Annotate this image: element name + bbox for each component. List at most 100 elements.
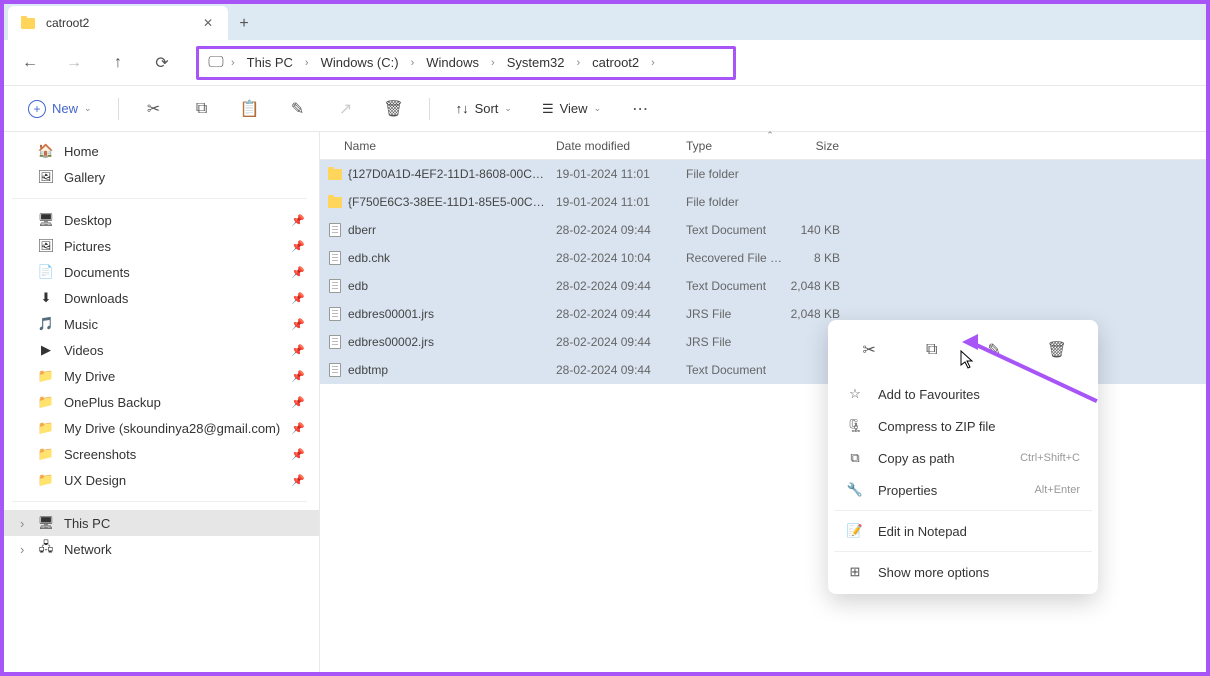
- file-type: File folder: [676, 167, 784, 181]
- sidebar-pinned-item[interactable]: 📄Documents📌: [0, 259, 319, 285]
- file-size: 8 KB: [784, 251, 850, 265]
- file-size: 140 KB: [784, 223, 850, 237]
- file-row[interactable]: {F750E6C3-38EE-11D1-85E5-00C04FC295...19…: [320, 188, 1210, 216]
- pin-icon: 📌: [291, 396, 305, 409]
- folder-icon: [326, 197, 344, 208]
- ctx-show-more[interactable]: ⊞ Show more options: [834, 556, 1092, 588]
- file-date: 19-01-2024 11:01: [546, 195, 676, 209]
- file-row[interactable]: {127D0A1D-4EF2-11D1-8608-00C04FC295...19…: [320, 160, 1210, 188]
- file-name: dberr: [348, 223, 546, 237]
- toolbar: + New ⌄ ✂ ⧉ 📋 ✎ ↗ 🗑 ↑↓ Sort ⌄ ☰ View ⌄ ⋯: [0, 86, 1210, 132]
- back-button[interactable]: ←: [12, 45, 48, 81]
- breadcrumb-item[interactable]: catroot2: [586, 51, 645, 74]
- breadcrumb-item[interactable]: Windows (C:): [315, 51, 405, 74]
- column-header-date[interactable]: Date modified: [546, 139, 676, 153]
- file-date: 28-02-2024 10:04: [546, 251, 676, 265]
- documents-icon: 📄: [38, 264, 54, 280]
- file-icon: [326, 279, 344, 293]
- sidebar-gallery[interactable]: 🖼 Gallery: [0, 164, 319, 190]
- ctx-copy-path[interactable]: ⧉ Copy as path Ctrl+Shift+C: [834, 442, 1092, 474]
- nav-bar: ← → ↑ ⟳ 🖵 › This PC › Windows (C:) › Win…: [0, 40, 1210, 86]
- chevron-down-icon: ⌄: [504, 103, 512, 114]
- home-icon: 🏠: [38, 143, 54, 159]
- share-button[interactable]: ↗: [329, 92, 363, 126]
- copy-path-icon: ⧉: [846, 450, 864, 466]
- file-name: edbtmp: [348, 363, 546, 377]
- sidebar-network[interactable]: 🖧 Network: [0, 536, 319, 562]
- breadcrumb-item[interactable]: Windows: [420, 51, 485, 74]
- file-icon: [326, 251, 344, 265]
- column-header-size[interactable]: Size: [784, 139, 850, 153]
- sort-button[interactable]: ↑↓ Sort ⌄: [448, 97, 520, 120]
- sort-indicator-icon: ⌃: [766, 130, 774, 141]
- sidebar-pinned-item[interactable]: 📁OnePlus Backup📌: [0, 389, 319, 415]
- sidebar-pinned-item[interactable]: 📁My Drive (skoundinya28@gmail.com)📌: [0, 415, 319, 441]
- file-row[interactable]: dberr28-02-2024 09:44Text Document140 KB: [320, 216, 1210, 244]
- chevron-down-icon: ⌄: [594, 103, 602, 114]
- more-button[interactable]: ⋯: [623, 92, 657, 126]
- up-button[interactable]: ↑: [100, 45, 136, 81]
- sidebar-this-pc[interactable]: 🖥 This PC: [0, 510, 319, 536]
- tab[interactable]: catroot2 ✕: [8, 6, 228, 40]
- chevron-right-icon: ›: [229, 57, 237, 69]
- breadcrumb-item[interactable]: System32: [501, 51, 571, 74]
- file-date: 28-02-2024 09:44: [546, 335, 676, 349]
- ctx-add-favourites[interactable]: ☆ Add to Favourites: [834, 378, 1092, 410]
- ctx-copy-button[interactable]: ⧉: [914, 332, 950, 368]
- file-row[interactable]: edb.chk28-02-2024 10:04Recovered File Fr…: [320, 244, 1210, 272]
- sidebar-pinned-item[interactable]: 📁UX Design📌: [0, 467, 319, 493]
- pin-icon: 📌: [291, 318, 305, 331]
- tab-bar: catroot2 ✕ +: [0, 0, 1210, 40]
- ctx-delete-button[interactable]: 🗑: [1039, 332, 1075, 368]
- pin-icon: 📌: [291, 214, 305, 227]
- folder-icon: 📁: [38, 446, 54, 462]
- pin-icon: 📌: [291, 266, 305, 279]
- file-icon: [326, 363, 344, 377]
- ctx-cut-button[interactable]: ✂: [851, 332, 887, 368]
- folder-icon: [326, 169, 344, 180]
- paste-button[interactable]: 📋: [233, 92, 267, 126]
- sidebar-pinned-item[interactable]: 🖥Desktop📌: [0, 207, 319, 233]
- new-button[interactable]: + New ⌄: [20, 96, 100, 122]
- file-icon: [326, 335, 344, 349]
- ctx-compress-zip[interactable]: 🗜 Compress to ZIP file: [834, 410, 1092, 442]
- view-button[interactable]: ☰ View ⌄: [534, 97, 609, 121]
- file-type: JRS File: [676, 335, 784, 349]
- file-date: 28-02-2024 09:44: [546, 279, 676, 293]
- sidebar-pinned-item[interactable]: 🎵Music📌: [0, 311, 319, 337]
- forward-button[interactable]: →: [56, 45, 92, 81]
- ctx-rename-button[interactable]: ✎: [976, 332, 1012, 368]
- zip-icon: 🗜: [846, 418, 864, 434]
- file-row[interactable]: edb28-02-2024 09:44Text Document2,048 KB: [320, 272, 1210, 300]
- breadcrumb-item[interactable]: This PC: [241, 51, 299, 74]
- column-header-name[interactable]: Name: [320, 139, 546, 153]
- file-type: Text Document: [676, 223, 784, 237]
- refresh-button[interactable]: ⟳: [144, 45, 180, 81]
- new-label: New: [52, 101, 78, 116]
- gallery-icon: 🖼: [38, 169, 54, 185]
- sidebar-pinned-item[interactable]: ⬇Downloads📌: [0, 285, 319, 311]
- file-date: 28-02-2024 09:44: [546, 307, 676, 321]
- column-header-row: ⌃ Name Date modified Type Size: [320, 132, 1210, 160]
- chevron-right-icon: ›: [409, 57, 417, 69]
- cut-button[interactable]: ✂: [137, 92, 171, 126]
- file-date: 28-02-2024 09:44: [546, 363, 676, 377]
- tab-title: catroot2: [46, 16, 190, 30]
- ctx-properties[interactable]: 🔧 Properties Alt+Enter: [834, 474, 1092, 506]
- ctx-edit-notepad[interactable]: 📝 Edit in Notepad: [834, 515, 1092, 547]
- rename-button[interactable]: ✎: [281, 92, 315, 126]
- file-name: edb.chk: [348, 251, 546, 265]
- delete-button[interactable]: 🗑: [377, 92, 411, 126]
- sidebar-pinned-item[interactable]: 📁Screenshots📌: [0, 441, 319, 467]
- copy-button[interactable]: ⧉: [185, 92, 219, 126]
- close-tab-button[interactable]: ✕: [200, 15, 216, 31]
- pin-icon: 📌: [291, 370, 305, 383]
- sidebar-home[interactable]: 🏠 Home: [0, 138, 319, 164]
- music-icon: 🎵: [38, 316, 54, 332]
- breadcrumb[interactable]: 🖵 › This PC › Windows (C:) › Windows › S…: [196, 46, 736, 80]
- sidebar-pinned-item[interactable]: ▶Videos📌: [0, 337, 319, 363]
- new-tab-button[interactable]: +: [228, 8, 260, 40]
- sidebar-pinned-item[interactable]: 📁My Drive📌: [0, 363, 319, 389]
- sort-icon: ↑↓: [456, 101, 469, 116]
- sidebar-pinned-item[interactable]: 🖼Pictures📌: [0, 233, 319, 259]
